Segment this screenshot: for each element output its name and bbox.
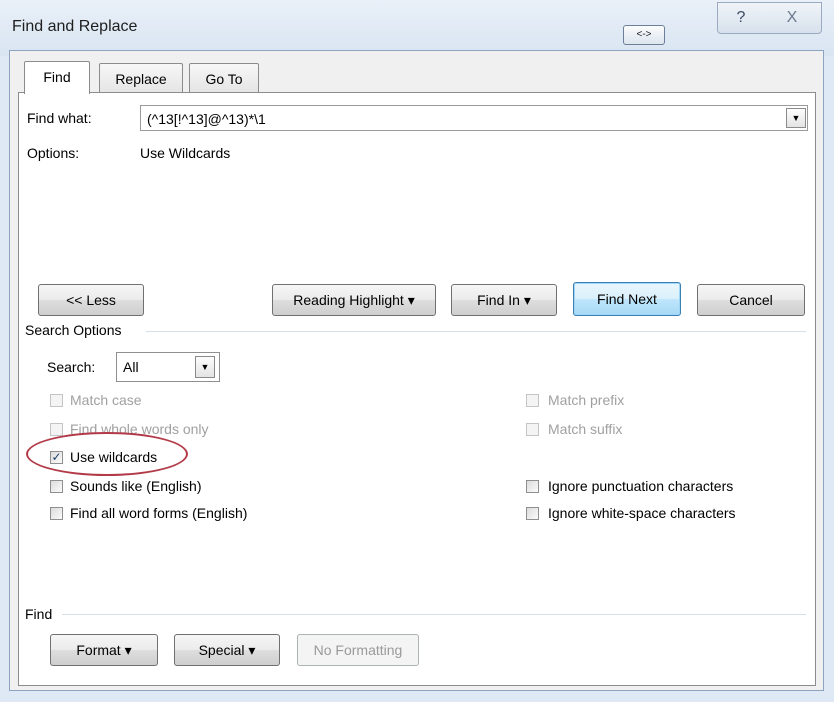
search-label: Search:	[47, 359, 96, 375]
find-in-button[interactable]: Find In ▾	[451, 284, 557, 316]
search-direction-dropdown[interactable]: ▼	[195, 356, 215, 378]
ignore-whitespace-label: Ignore white-space characters	[548, 505, 736, 521]
tab-find-label: Find	[43, 69, 71, 85]
match-case-label: Match case	[70, 392, 142, 408]
no-formatting-button[interactable]: No Formatting	[297, 634, 419, 666]
tab-replace[interactable]: Replace	[99, 63, 183, 93]
find-group-divider	[62, 614, 806, 615]
find-what-label: Find what:	[27, 110, 92, 126]
ignore-punctuation-checkbox[interactable]	[526, 480, 539, 493]
search-direction-value: All	[123, 359, 139, 375]
find-group-header: Find	[25, 606, 53, 622]
find-what-dropdown[interactable]: ▼	[786, 108, 806, 128]
tab-find[interactable]: Find	[24, 61, 90, 94]
highlight-annotation	[26, 432, 188, 476]
find-next-button[interactable]: Find Next	[573, 282, 681, 316]
reading-highlight-button[interactable]: Reading Highlight ▾	[272, 284, 436, 316]
special-button[interactable]: Special ▾	[174, 634, 280, 666]
close-icon: X	[786, 9, 798, 26]
help-button[interactable]: ?	[717, 2, 765, 34]
chevron-down-icon: ▾	[248, 642, 256, 658]
tab-panel-find	[18, 92, 816, 686]
cancel-button[interactable]: Cancel	[697, 284, 805, 316]
tab-goto[interactable]: Go To	[189, 63, 259, 93]
sounds-like-checkbox[interactable]	[50, 480, 63, 493]
options-value: Use Wildcards	[140, 145, 231, 161]
whole-words-checkbox[interactable]	[50, 423, 63, 436]
ignore-punctuation-label: Ignore punctuation characters	[548, 478, 734, 494]
match-case-checkbox[interactable]	[50, 394, 63, 407]
sounds-like-label: Sounds like (English)	[70, 478, 202, 494]
word-forms-checkbox[interactable]	[50, 507, 63, 520]
match-prefix-label: Match prefix	[548, 392, 625, 408]
help-icon: ?	[736, 9, 746, 26]
chevron-down-icon: ▼	[791, 113, 801, 123]
chevron-down-icon: ▼	[200, 362, 210, 372]
reading-highlight-label: Reading Highlight	[293, 292, 404, 308]
format-label: Format	[76, 642, 121, 658]
options-label: Options:	[27, 145, 80, 161]
search-options-header: Search Options	[25, 322, 122, 338]
chevron-down-icon: ▾	[523, 292, 531, 308]
word-forms-label: Find all word forms (English)	[70, 505, 248, 521]
find-what-input[interactable]: (^13[!^13]@^13)*\1	[140, 105, 808, 131]
find-what-value: (^13[!^13]@^13)*\1	[147, 111, 266, 127]
match-prefix-checkbox[interactable]	[526, 394, 539, 407]
close-button[interactable]: X	[763, 2, 822, 34]
find-in-label: Find In	[477, 292, 520, 308]
match-suffix-checkbox[interactable]	[526, 423, 539, 436]
ignore-whitespace-checkbox[interactable]	[526, 507, 539, 520]
special-label: Special	[198, 642, 245, 658]
keyboard-button[interactable]: <->	[623, 25, 665, 45]
tab-goto-label: Go To	[205, 71, 243, 87]
format-button[interactable]: Format ▾	[50, 634, 158, 666]
chevron-down-icon: ▾	[124, 642, 132, 658]
window-title: Find and Replace	[12, 18, 138, 35]
match-suffix-label: Match suffix	[548, 421, 623, 437]
tab-replace-label: Replace	[115, 71, 167, 87]
search-options-divider	[146, 331, 806, 332]
chevron-down-icon: ▾	[407, 292, 415, 308]
less-button[interactable]: << Less	[38, 284, 144, 316]
